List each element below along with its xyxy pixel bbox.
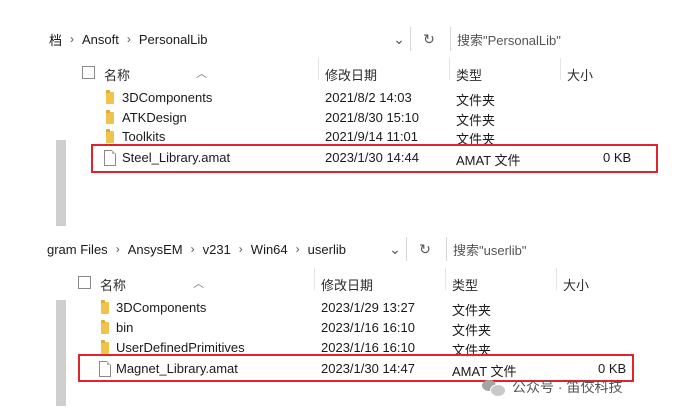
file-name: 3DComponents bbox=[122, 90, 213, 105]
sort-up-icon: ︿ bbox=[196, 68, 207, 80]
column-header-row: 名称 ︿ 修改日期 类型 大小 bbox=[0, 58, 689, 84]
file-modified: 2021/9/14 11:01 bbox=[325, 129, 419, 144]
breadcrumb-item-userlib[interactable]: userlib bbox=[308, 242, 346, 257]
folder-icon bbox=[106, 129, 114, 143]
chevron-right-icon: › bbox=[295, 242, 300, 256]
search-input[interactable]: 搜索"PersonalLib" bbox=[450, 27, 689, 51]
chevron-right-icon: › bbox=[190, 242, 195, 256]
refresh-icon: ↻ bbox=[419, 240, 431, 257]
chevron-right-icon: › bbox=[238, 242, 243, 256]
refresh-button[interactable]: ↻ bbox=[412, 237, 438, 261]
refresh-button[interactable]: ↻ bbox=[416, 27, 442, 51]
breadcrumb-partial[interactable]: gram Files bbox=[47, 242, 108, 257]
file-name: Toolkits bbox=[122, 129, 166, 144]
breadcrumb-partial[interactable]: 档 bbox=[49, 30, 62, 49]
file-name: bin bbox=[116, 320, 134, 335]
address-bar: gram Files › AnsysEM › v231 › Win64 › us… bbox=[0, 237, 689, 271]
select-all-checkbox[interactable] bbox=[82, 66, 95, 79]
list-item[interactable]: ATKDesign 2021/8/30 15:10 文件夹 bbox=[0, 108, 689, 128]
breadcrumb-item-personallib[interactable]: PersonalLib bbox=[139, 32, 208, 47]
sort-up-icon: ︿ bbox=[193, 278, 204, 290]
breadcrumb-item-v231[interactable]: v231 bbox=[203, 242, 231, 257]
column-header-type[interactable]: 类型 bbox=[456, 65, 482, 84]
wechat-icon bbox=[482, 378, 506, 397]
column-divider[interactable] bbox=[560, 58, 561, 80]
column-header-name[interactable]: 名称 bbox=[100, 275, 126, 294]
file-type: 文件夹 bbox=[456, 93, 496, 108]
file-type: 文件夹 bbox=[452, 303, 492, 318]
breadcrumb-item-ansysem[interactable]: AnsysEM bbox=[128, 242, 183, 257]
address-dropdown-button[interactable]: ⌄ bbox=[384, 237, 407, 261]
folder-icon bbox=[106, 90, 114, 104]
file-type: 文件夹 bbox=[452, 323, 492, 338]
chevron-down-icon: ⌄ bbox=[389, 240, 401, 257]
breadcrumb: gram Files › AnsysEM › v231 › Win64 › us… bbox=[47, 237, 346, 261]
file-name: 3DComponents bbox=[116, 300, 207, 315]
file-name: ATKDesign bbox=[122, 110, 187, 125]
search-input[interactable]: 搜索"userlib" bbox=[446, 237, 689, 261]
column-header-size[interactable]: 大小 bbox=[567, 65, 593, 84]
column-header-modified[interactable]: 修改日期 bbox=[321, 275, 373, 294]
column-divider[interactable] bbox=[556, 268, 557, 290]
watermark: 公众号 · 笛佼科技 bbox=[482, 374, 622, 400]
folder-icon bbox=[101, 300, 109, 314]
column-header-name[interactable]: 名称 bbox=[104, 65, 130, 84]
file-modified: 2023/1/16 16:10 bbox=[321, 340, 415, 355]
list-item[interactable]: 3DComponents 2023/1/29 13:27 文件夹 bbox=[0, 298, 689, 318]
list-item[interactable]: bin 2023/1/16 16:10 文件夹 bbox=[0, 318, 689, 338]
chevron-down-icon: ⌄ bbox=[393, 30, 405, 47]
breadcrumb: 档 › Ansoft › PersonalLib bbox=[49, 27, 208, 51]
highlight-box bbox=[91, 144, 658, 173]
column-divider[interactable] bbox=[445, 268, 446, 290]
folder-icon bbox=[106, 110, 114, 124]
folder-icon bbox=[101, 320, 109, 334]
file-modified: 2023/1/16 16:10 bbox=[321, 320, 415, 335]
column-divider[interactable] bbox=[449, 58, 450, 80]
chevron-right-icon: › bbox=[126, 32, 131, 46]
list-item[interactable]: 3DComponents 2021/8/2 14:03 文件夹 bbox=[0, 88, 689, 108]
file-modified: 2021/8/30 15:10 bbox=[325, 110, 419, 125]
column-header-row: 名称 ︿ 修改日期 类型 大小 bbox=[0, 268, 689, 294]
search-placeholder: 搜索"PersonalLib" bbox=[457, 32, 561, 48]
file-modified: 2023/1/29 13:27 bbox=[321, 300, 415, 315]
folder-icon bbox=[101, 340, 109, 354]
address-bar: 档 › Ansoft › PersonalLib ⌄ ↻ 搜索"Personal… bbox=[0, 27, 689, 61]
refresh-icon: ↻ bbox=[423, 30, 435, 47]
explorer-window-personallib: 档 › Ansoft › PersonalLib ⌄ ↻ 搜索"Personal… bbox=[0, 0, 689, 232]
search-placeholder: 搜索"userlib" bbox=[453, 242, 527, 258]
chevron-right-icon: › bbox=[70, 32, 75, 46]
select-all-checkbox[interactable] bbox=[78, 276, 91, 289]
file-name: UserDefinedPrimitives bbox=[116, 340, 245, 355]
column-header-size[interactable]: 大小 bbox=[563, 275, 589, 294]
column-divider[interactable] bbox=[314, 268, 315, 290]
column-divider[interactable] bbox=[318, 58, 319, 80]
breadcrumb-item-ansoft[interactable]: Ansoft bbox=[82, 32, 119, 47]
breadcrumb-item-win64[interactable]: Win64 bbox=[251, 242, 288, 257]
column-header-modified[interactable]: 修改日期 bbox=[325, 65, 377, 84]
address-dropdown-button[interactable]: ⌄ bbox=[388, 27, 411, 51]
watermark-text: 公众号 · 笛佼科技 bbox=[512, 379, 623, 395]
chevron-right-icon: › bbox=[115, 242, 120, 256]
file-modified: 2021/8/2 14:03 bbox=[325, 90, 412, 105]
column-header-type[interactable]: 类型 bbox=[452, 275, 478, 294]
